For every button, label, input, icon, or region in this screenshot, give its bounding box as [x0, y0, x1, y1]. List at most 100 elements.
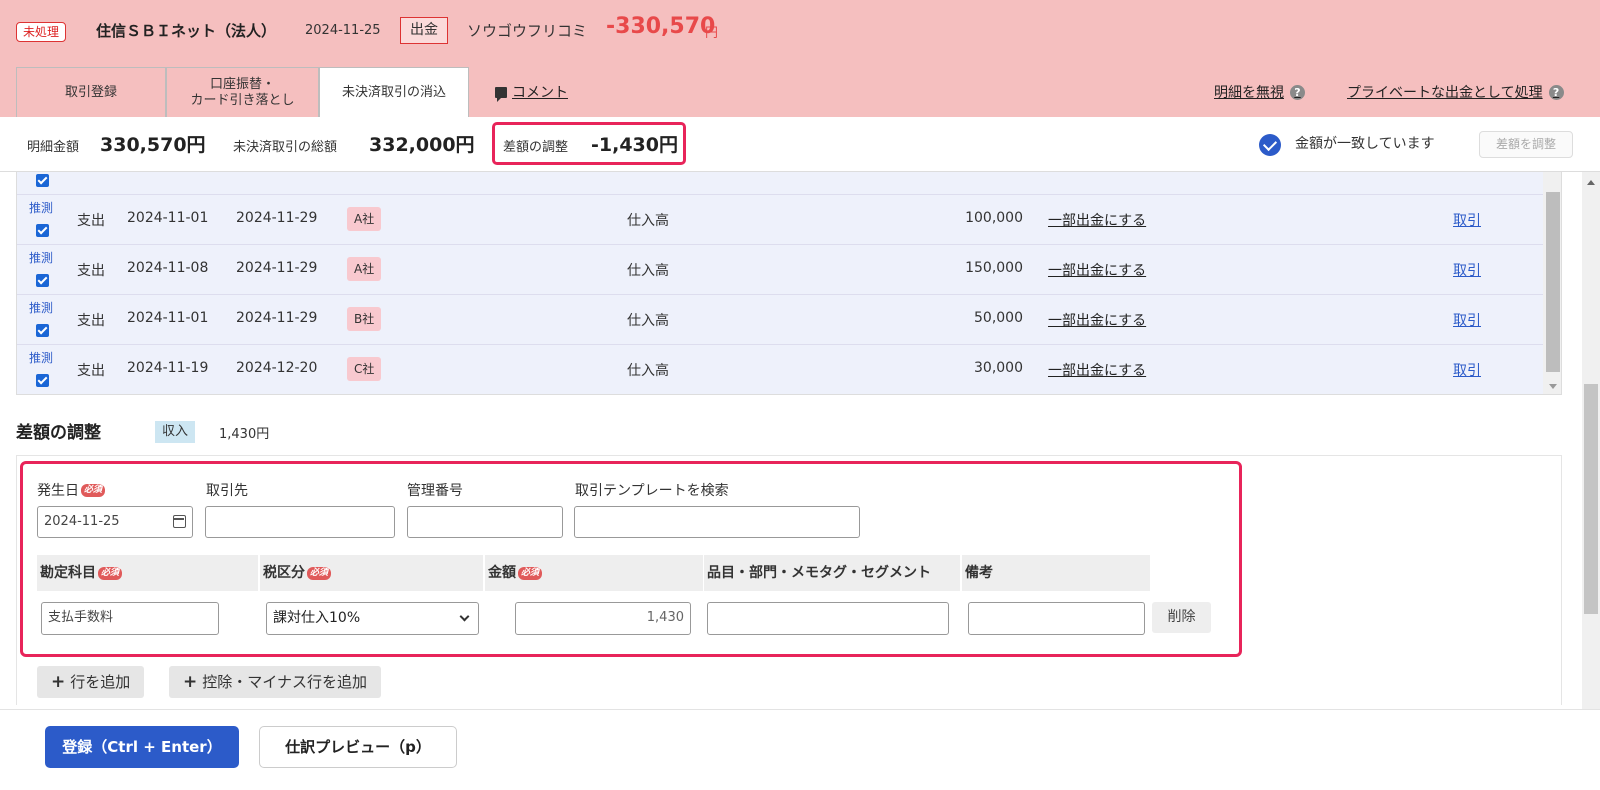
row-checkbox[interactable] [36, 274, 49, 287]
col-tax: 税区分 必須 [260, 555, 483, 591]
unsettled-table: 推測 支出 2024-11-01 2024-11-29 A社 仕入高 100,0… [16, 172, 1562, 395]
adjustment-title: 差額の調整 [16, 423, 101, 443]
partial-payment-link[interactable]: 一部出金にする [1048, 260, 1146, 280]
issue-date-cell: 2024-11-01 [127, 310, 209, 326]
amount-cell: 100,000 [965, 210, 1023, 226]
chevron-down-icon [459, 611, 470, 622]
tax-select-value: 課対仕入10% [273, 610, 361, 626]
required-badge: 必須 [518, 566, 543, 580]
col-item-label: 品目・部門・メモタグ・セグメント [707, 565, 931, 581]
account-cell: 仕入高 [627, 213, 669, 229]
register-button[interactable]: 登録（Ctrl + Enter） [45, 726, 239, 768]
status-badge: 未処理 [16, 22, 67, 42]
add-row-button[interactable]: + 行を追加 [37, 666, 145, 698]
mgmt-number-label: 管理番号 [407, 483, 463, 499]
bank-name: 住信ＳＢＩネット（法人） [96, 22, 277, 40]
partner-tag: C社 [347, 357, 382, 381]
guess-label: 推測 [29, 301, 54, 315]
scroll-up-icon[interactable] [1587, 180, 1595, 185]
tab-label: 取引登録 [64, 84, 117, 100]
ignore-detail-label: 明細を無視 [1214, 85, 1284, 101]
journal-preview-button[interactable]: 仕訳プレビュー（p） [259, 726, 457, 768]
partial-payment-link[interactable]: 一部出金にする [1048, 210, 1146, 230]
deal-link[interactable]: 取引 [1453, 210, 1481, 230]
tab-label: 口座振替・ カード引き落とし [190, 76, 295, 108]
row-checkbox[interactable] [36, 324, 49, 337]
plus-icon: + [51, 672, 66, 692]
due-date-cell: 2024-12-20 [236, 360, 318, 376]
kind-cell: 支出 [77, 213, 105, 229]
account-input[interactable]: 支払手数料 [41, 602, 219, 635]
kind-cell: 支出 [77, 263, 105, 279]
col-tax-label: 税区分 [263, 565, 305, 581]
help-icon[interactable]: ? [1548, 84, 1564, 100]
calendar-icon[interactable] [173, 515, 186, 528]
table-row: 推測 支出 2024-11-01 2024-11-29 B社 仕入高 50,00… [17, 294, 1543, 344]
col-note-label: 備考 [965, 565, 993, 581]
type-badge: 出金 [400, 17, 448, 44]
table-scrollbar[interactable] [1543, 172, 1561, 394]
tab-transfer[interactable]: 口座振替・ カード引き落とし [166, 67, 319, 117]
due-date-cell: 2024-11-29 [236, 310, 318, 326]
comment-link-label: コメント [512, 85, 568, 101]
amount-input-value: 1,430 [646, 610, 684, 625]
partial-payment-link[interactable]: 一部出金にする [1048, 310, 1146, 330]
date-input[interactable]: 2024-11-25 [37, 506, 193, 538]
scrollbar-thumb[interactable] [1584, 384, 1598, 614]
tab-settle[interactable]: 未決済取引の消込 [319, 67, 469, 117]
row-checkbox[interactable] [36, 374, 49, 387]
template-search-input[interactable] [574, 506, 860, 538]
partner-input[interactable] [205, 506, 395, 538]
date-label-text: 発生日 [37, 483, 79, 499]
adjust-difference-button[interactable]: 差額を調整 [1479, 131, 1573, 158]
transaction-date: 2024-11-25 [305, 23, 381, 38]
row-checkbox[interactable] [36, 224, 49, 237]
date-label: 発生日 必須 [37, 480, 106, 500]
transaction-header: 未処理 住信ＳＢＩネット（法人） 2024-11-25 出金 ソウゴウフリコミ … [0, 0, 1600, 117]
transaction-amount: -330,570 [606, 14, 716, 39]
col-account: 勘定科目 必須 [37, 555, 258, 591]
comment-icon [495, 86, 507, 102]
row-checkbox[interactable] [36, 174, 49, 187]
unsettled-total-label: 未決済取引の総額 [233, 140, 338, 155]
col-item: 品目・部門・メモタグ・セグメント [704, 555, 960, 591]
template-search-label: 取引テンプレートを検索 [575, 483, 729, 499]
tab-label: 未決済取引の消込 [341, 84, 446, 100]
deal-link[interactable]: 取引 [1453, 310, 1481, 330]
deal-link[interactable]: 取引 [1453, 260, 1481, 280]
amount-cell: 30,000 [974, 360, 1023, 376]
check-circle-icon [1259, 134, 1281, 156]
amount-input[interactable]: 1,430 [515, 602, 691, 635]
kind-cell: 支出 [77, 313, 105, 329]
income-tag: 収入 [155, 421, 196, 443]
tax-select[interactable]: 課対仕入10% [266, 602, 479, 635]
partner-tag: B社 [347, 307, 382, 331]
delete-row-button[interactable]: 削除 [1152, 602, 1211, 633]
ignore-detail-link[interactable]: 明細を無視 ? [1214, 82, 1305, 102]
detail-amount-label: 明細金額 [27, 140, 80, 155]
mgmt-number-input[interactable] [407, 506, 563, 538]
date-input-value: 2024-11-25 [44, 514, 120, 529]
partial-payment-link[interactable]: 一部出金にする [1048, 360, 1146, 380]
comment-link[interactable]: コメント [495, 82, 568, 102]
help-icon[interactable]: ? [1290, 84, 1305, 100]
item-input[interactable] [707, 602, 949, 635]
scrollbar-thumb[interactable] [1546, 192, 1560, 372]
guess-label: 推測 [29, 351, 54, 365]
table-row: 推測 支出 2024-11-19 2024-12-20 C社 仕入高 30,00… [17, 344, 1543, 394]
partner-tag: A社 [347, 207, 382, 231]
add-row-label: 行を追加 [70, 673, 131, 691]
tab-register[interactable]: 取引登録 [16, 67, 166, 117]
account-cell: 仕入高 [627, 313, 669, 329]
detail-amount-value: 330,570円 [100, 134, 206, 156]
scroll-down-icon[interactable] [1549, 384, 1557, 389]
add-minus-row-button[interactable]: + 控除・マイナス行を追加 [169, 666, 381, 698]
private-withdrawal-link[interactable]: プライベートな出金として処理 ? [1347, 82, 1564, 102]
note-input[interactable] [968, 602, 1145, 635]
deal-link[interactable]: 取引 [1453, 360, 1481, 380]
page-scrollbar[interactable] [1582, 172, 1600, 709]
account-cell: 仕入高 [627, 263, 669, 279]
due-date-cell: 2024-11-29 [236, 260, 318, 276]
issue-date-cell: 2024-11-19 [127, 360, 209, 376]
currency-unit: 円 [705, 26, 719, 41]
